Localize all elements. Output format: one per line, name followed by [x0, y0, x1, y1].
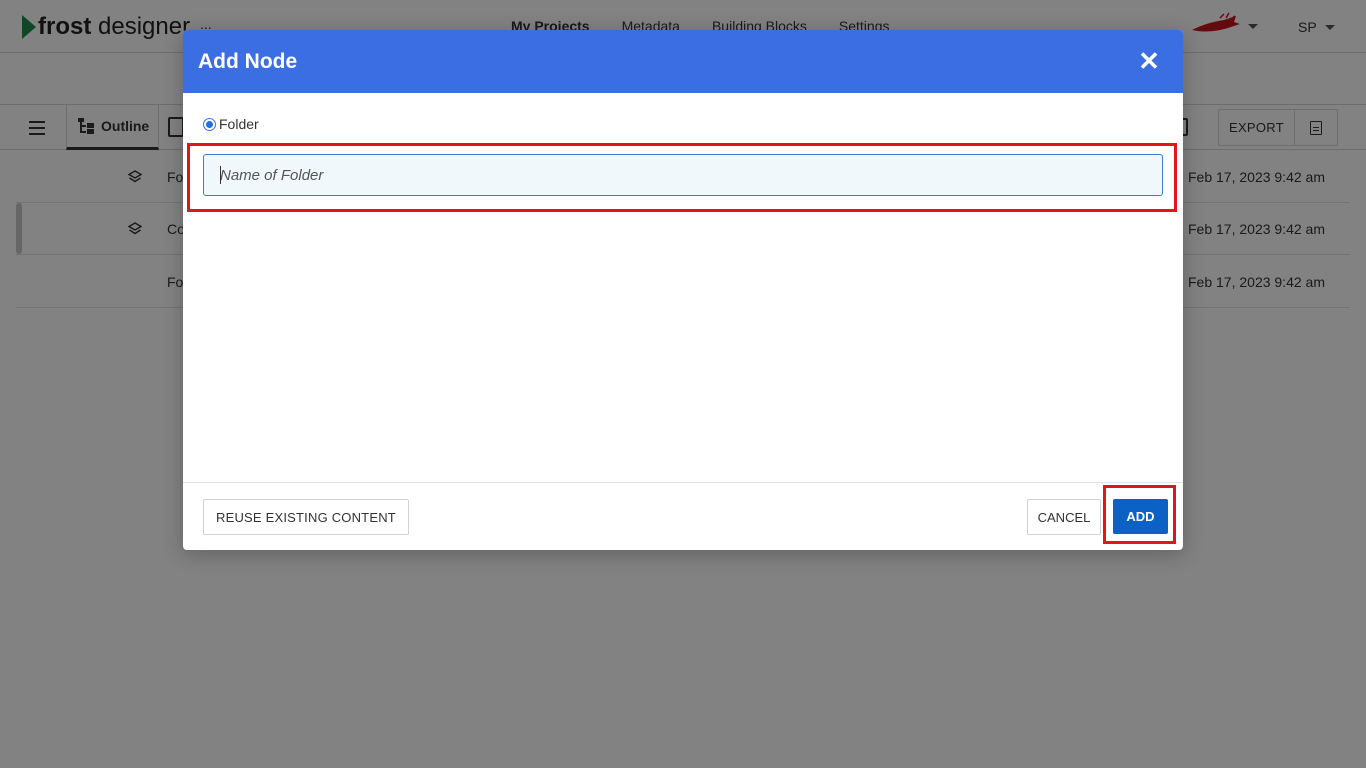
reuse-existing-content-button[interactable]: REUSE EXISTING CONTENT — [203, 499, 409, 535]
folder-name-input[interactable] — [203, 154, 1163, 196]
dialog-footer: REUSE EXISTING CONTENT CANCEL ADD — [183, 482, 1183, 550]
add-node-dialog: Add Node ✕ Folder REUSE EXISTING CONTENT… — [183, 30, 1183, 550]
folder-radio-label: Folder — [219, 116, 259, 132]
close-icon[interactable]: ✕ — [1137, 48, 1161, 74]
dialog-title: Add Node — [198, 49, 298, 73]
add-button[interactable]: ADD — [1113, 499, 1168, 534]
folder-name-field-wrap — [203, 154, 1163, 196]
folder-radio[interactable] — [203, 117, 216, 131]
text-cursor — [220, 166, 221, 184]
cancel-button[interactable]: CANCEL — [1027, 499, 1101, 535]
folder-radio-option[interactable]: Folder — [203, 116, 259, 132]
dialog-header: Add Node ✕ — [183, 30, 1183, 93]
